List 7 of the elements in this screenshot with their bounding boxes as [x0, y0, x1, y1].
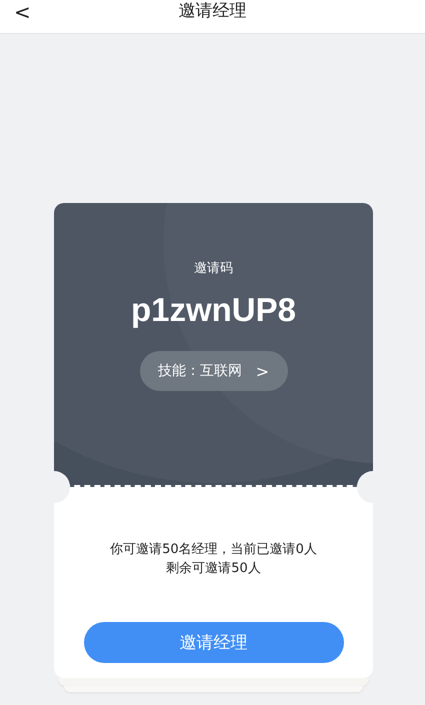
code-label: 邀请码: [194, 260, 233, 277]
skill-button[interactable]: 技能：互联网 >: [140, 351, 288, 391]
invite-info: 你可邀请50名经理，当前已邀请0人 剩余可邀请50人: [110, 541, 317, 578]
invite-button[interactable]: 邀请经理: [84, 622, 344, 663]
invite-code: p1zwnUP8: [130, 291, 296, 329]
back-button[interactable]: <: [14, 0, 31, 24]
page-title: 邀请经理: [178, 0, 246, 22]
